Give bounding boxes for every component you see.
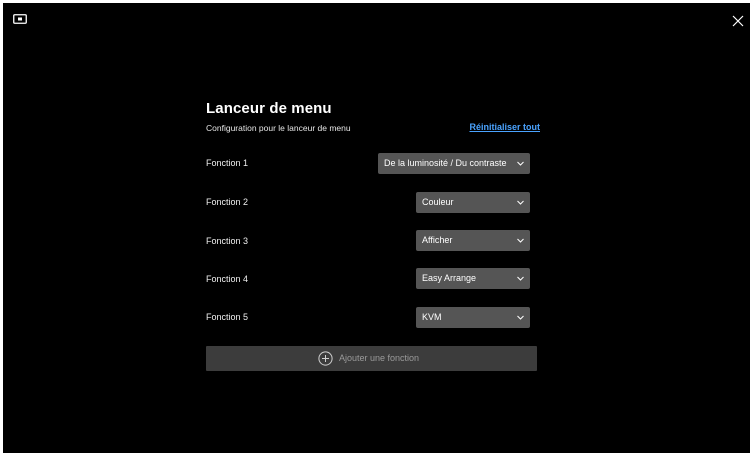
function-1-select[interactable]: De la luminosité / Du contraste — [378, 153, 530, 174]
function-5-label: Fonction 5 — [206, 312, 249, 322]
function-4-select[interactable]: Easy Arrange — [416, 268, 530, 289]
function-1-value: De la luminosité / Du contraste — [384, 158, 507, 168]
function-3-value: Afficher — [422, 235, 453, 245]
function-2-select[interactable]: Couleur — [416, 192, 530, 213]
reset-all-link[interactable]: Réinitialiser tout — [469, 122, 540, 132]
chevron-down-icon — [517, 238, 524, 243]
add-function-label: Ajouter une fonction — [339, 353, 420, 363]
function-4-label: Fonction 4 — [206, 274, 249, 284]
page-title: Lanceur de menu — [206, 100, 332, 117]
monitor-icon — [13, 14, 27, 24]
function-2-value: Couleur — [422, 197, 454, 207]
chevron-down-icon — [517, 200, 524, 205]
plus-circle-icon — [318, 351, 333, 366]
function-5-select[interactable]: KVM — [416, 307, 530, 328]
menu-launcher-window: Lanceur de menu Configuration pour le la… — [3, 3, 750, 453]
function-3-label: Fonction 3 — [206, 236, 249, 246]
chevron-down-icon — [517, 161, 524, 166]
add-function-button[interactable]: Ajouter une fonction — [206, 346, 537, 371]
function-2-label: Fonction 2 — [206, 197, 249, 207]
function-3-select[interactable]: Afficher — [416, 230, 530, 251]
function-4-value: Easy Arrange — [422, 273, 477, 283]
page-subtitle: Configuration pour le lanceur de menu — [206, 123, 351, 133]
chevron-down-icon — [517, 276, 524, 281]
function-1-label: Fonction 1 — [206, 158, 249, 168]
chevron-down-icon — [517, 315, 524, 320]
function-5-value: KVM — [422, 312, 442, 322]
close-icon[interactable] — [730, 13, 746, 29]
